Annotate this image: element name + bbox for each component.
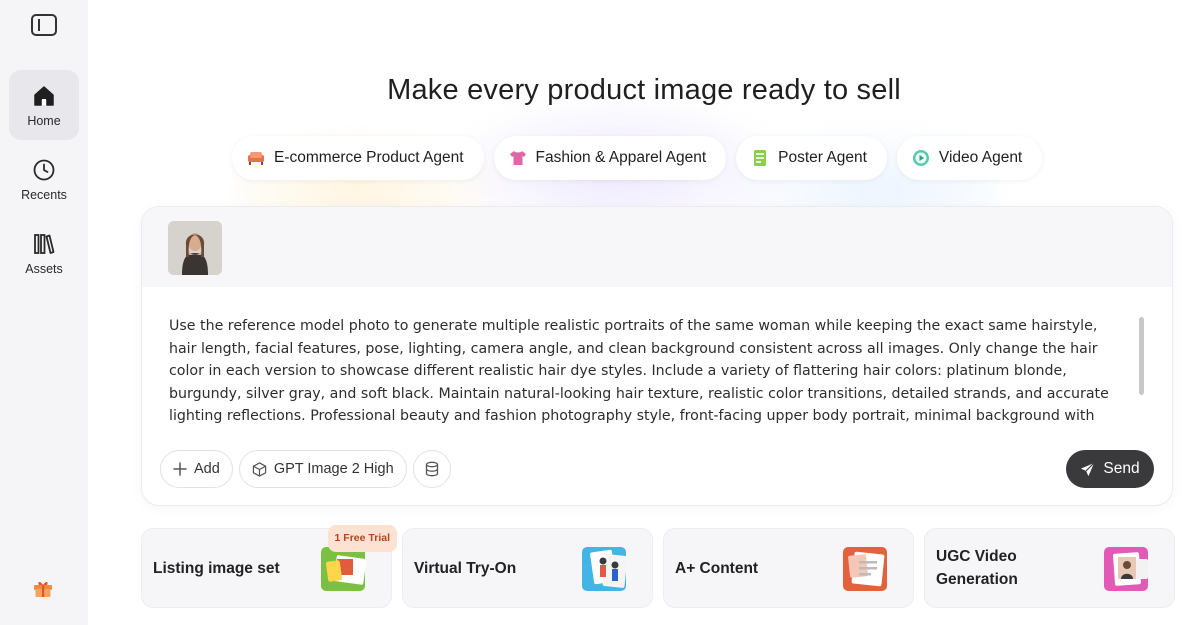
agent-fashion-button[interactable]: Fashion & Apparel Agent bbox=[493, 136, 727, 180]
agent-label: Poster Agent bbox=[778, 149, 867, 166]
model-label: GPT Image 2 High bbox=[273, 461, 394, 477]
add-button[interactable]: Add bbox=[160, 450, 233, 488]
send-label: Send bbox=[1103, 460, 1140, 477]
page-title: Make every product image ready to sell bbox=[387, 74, 901, 106]
sofa-icon bbox=[246, 148, 266, 168]
settings-stack-button[interactable] bbox=[412, 450, 451, 488]
agent-list: E-commerce Product Agent Fashion & Appar… bbox=[232, 136, 1043, 180]
plus-icon bbox=[173, 462, 187, 476]
sidebar-item-label: Home bbox=[27, 113, 61, 128]
add-label: Add bbox=[194, 461, 220, 477]
database-icon bbox=[424, 461, 440, 477]
agent-label: Fashion & Apparel Agent bbox=[535, 149, 707, 166]
shirt-icon bbox=[508, 148, 528, 168]
prompt-scrollbar[interactable] bbox=[1139, 317, 1144, 395]
card-a-plus-content[interactable]: A+ Content bbox=[663, 528, 914, 608]
try-on-icon bbox=[578, 543, 634, 595]
composer-toolbar: Add GPT Image 2 High bbox=[160, 450, 451, 488]
prompt-composer: Use the reference model photo to generat… bbox=[141, 206, 1173, 506]
home-icon bbox=[31, 83, 57, 109]
card-label: UGC Video Generation bbox=[936, 548, 1018, 588]
main-area: Make every product image ready to sell E… bbox=[88, 0, 1200, 625]
agent-label: Video Agent bbox=[938, 149, 1023, 166]
a-plus-content-icon bbox=[839, 543, 895, 595]
card-label: Virtual Try-On bbox=[414, 559, 517, 577]
clock-icon bbox=[31, 157, 57, 183]
prompt-textarea[interactable]: Use the reference model photo to generat… bbox=[169, 315, 1114, 433]
reference-model-thumbnail[interactable] bbox=[168, 221, 222, 275]
sidebar-item-label: Recents bbox=[21, 187, 67, 202]
send-icon bbox=[1080, 462, 1095, 477]
gift-icon[interactable] bbox=[32, 577, 54, 599]
card-label: A+ Content bbox=[675, 559, 759, 577]
video-icon bbox=[911, 148, 931, 168]
send-button[interactable]: Send bbox=[1066, 450, 1154, 488]
agent-label: E-commerce Product Agent bbox=[274, 149, 464, 166]
agent-ecommerce-button[interactable]: E-commerce Product Agent bbox=[232, 136, 484, 180]
card-ugc-video-generation[interactable]: UGC Video Generation bbox=[924, 528, 1175, 608]
model-select-button[interactable]: GPT Image 2 High bbox=[238, 450, 407, 488]
sidebar-item-recents[interactable]: Recents bbox=[9, 144, 79, 214]
attachment-area bbox=[142, 207, 1172, 287]
agent-video-button[interactable]: Video Agent bbox=[896, 136, 1043, 180]
ugc-video-icon bbox=[1100, 543, 1156, 595]
free-trial-badge: 1 Free Trial bbox=[327, 525, 397, 552]
cube-icon bbox=[252, 461, 267, 477]
agent-poster-button[interactable]: Poster Agent bbox=[736, 136, 887, 180]
card-listing-image-set[interactable]: Listing image set 1 Free Trial bbox=[141, 525, 397, 608]
card-virtual-try-on[interactable]: Virtual Try-On bbox=[402, 528, 653, 608]
card-label: Listing image set bbox=[153, 559, 280, 577]
sidebar: Home Recents Assets bbox=[0, 0, 88, 625]
sidebar-item-home[interactable]: Home bbox=[9, 70, 79, 140]
sidebar-item-label: Assets bbox=[25, 261, 63, 276]
library-icon bbox=[31, 231, 57, 257]
poster-icon bbox=[750, 148, 770, 168]
sidebar-item-assets[interactable]: Assets bbox=[9, 218, 79, 288]
sidebar-toggle-icon[interactable] bbox=[31, 14, 57, 36]
quick-start-cards: Listing image set 1 Free Trial Virtual T… bbox=[141, 525, 1175, 608]
